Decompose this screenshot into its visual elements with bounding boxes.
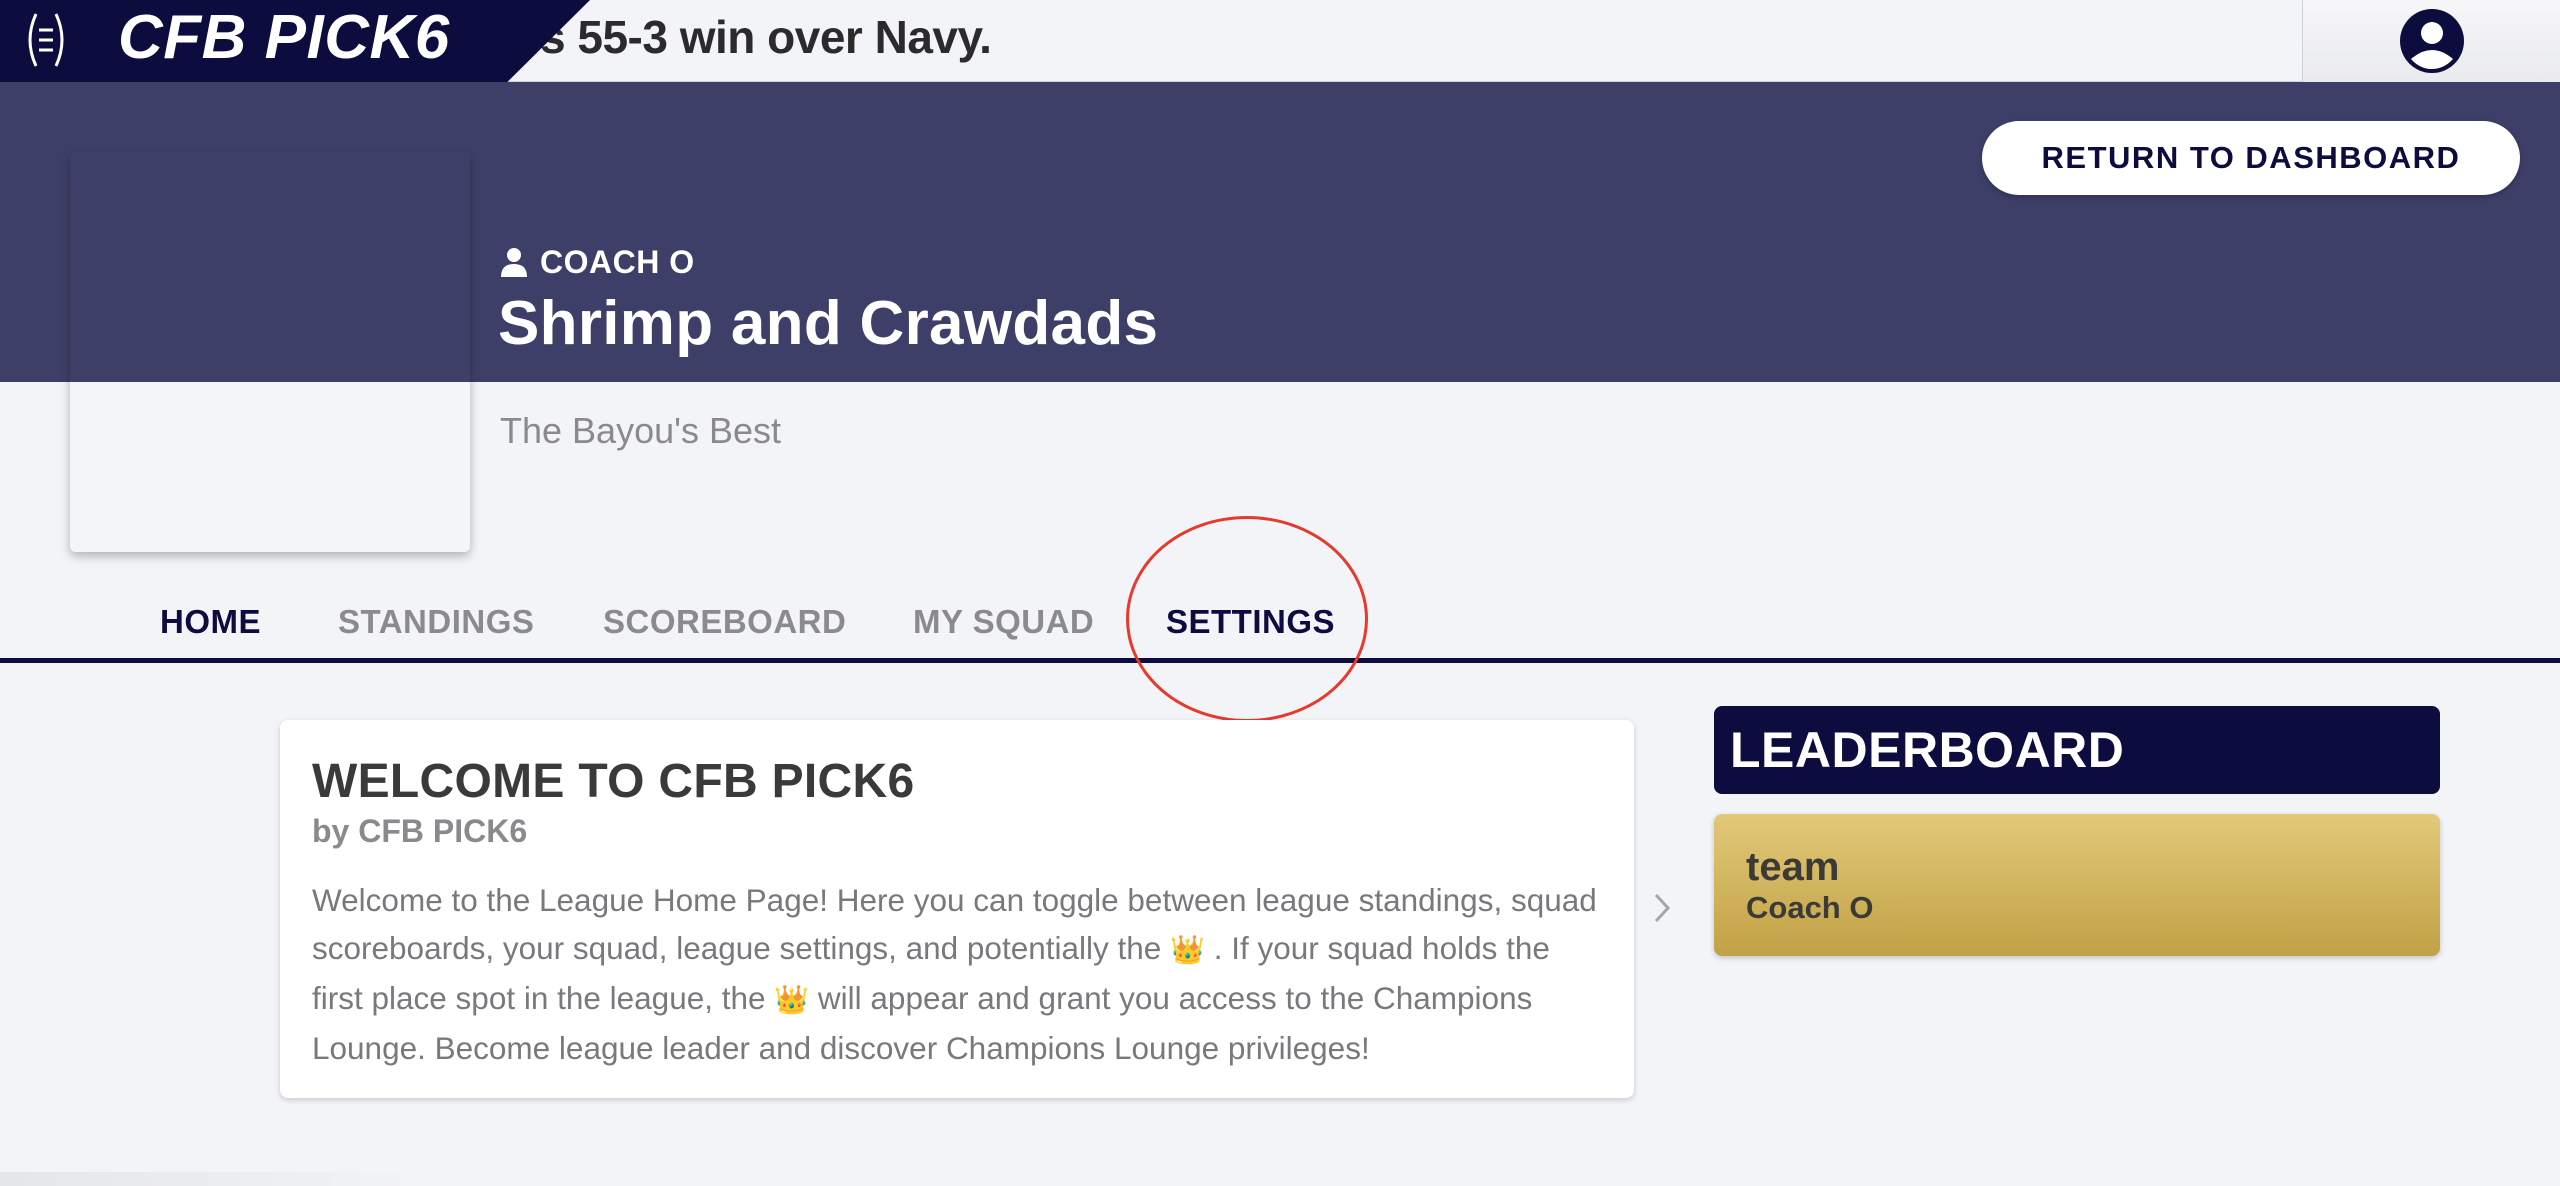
return-to-dashboard-button[interactable]: RETURN TO DASHBOARD [1982,121,2520,195]
league-name: Shrimp and Crawdads [498,289,1159,358]
coach-name: COACH O [540,243,695,280]
crown-icon: 👑 [774,984,810,1015]
tab-scoreboard[interactable]: SCOREBOARD [603,597,846,647]
leaderboard-team-name: team [1746,845,1840,889]
menu-button[interactable] [20,8,72,72]
league-motto: The Bayou's Best [500,410,782,451]
account-circle-icon [2399,9,2464,73]
menu-icon [28,13,64,67]
leaderboard-entry[interactable]: team Coach O [1714,814,2440,956]
top-bar: s 55-3 win over Navy. CFB PICK6 [0,0,2560,82]
chevron-right-icon [1654,893,1671,923]
crown-icon: 👑 [1170,934,1205,965]
next-chevron-button[interactable] [1648,886,1676,930]
brand-banner: CFB PICK6 [0,0,590,82]
league-logo-card [70,152,470,552]
tab-settings[interactable]: SETTINGS [1166,597,1335,647]
coach-line: COACH O [500,238,695,286]
welcome-card: WELCOME TO CFB PICK6 by CFB PICK6 Welcom… [280,720,1634,1098]
welcome-title: WELCOME TO CFB PICK6 [312,755,915,808]
welcome-body: Welcome to the League Home Page! Here yo… [312,876,1602,1072]
tab-home[interactable]: HOME [160,597,261,647]
leaderboard-coach-name: Coach O [1746,890,1874,925]
brand-logo-text[interactable]: CFB PICK6 [118,0,450,74]
person-icon [501,248,527,277]
tab-standings[interactable]: STANDINGS [338,597,534,647]
welcome-byline: by CFB PICK6 [312,813,528,849]
bottom-shadow [0,1172,440,1186]
tab-my-squad[interactable]: MY SQUAD [913,597,1094,647]
news-ticker: s 55-3 win over Navy. [540,11,992,63]
account-button[interactable] [2397,6,2467,76]
leaderboard-title: LEADERBOARD [1714,706,2440,794]
league-tabs: HOME STANDINGS SCOREBOARD MY SQUAD SETTI… [0,585,2560,663]
account-area [2302,0,2560,82]
